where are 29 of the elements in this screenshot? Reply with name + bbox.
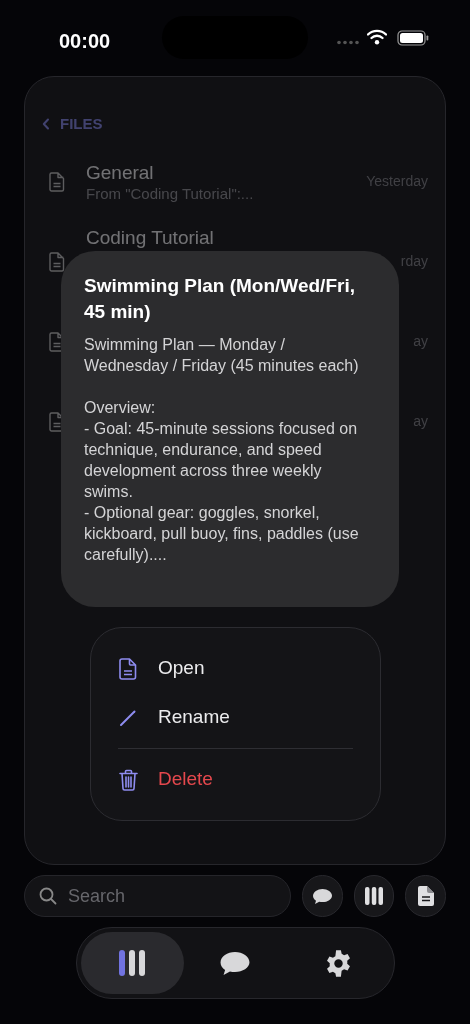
note-body: Swimming Plan — Monday / Wednesday / Friday (45 minutes each) Overview: - Goal: 45-minute sessions focused on technique, endurance, and speed development across three weekly swims. - Optional gear: goggles, snorkel, kickboard, pull buoy, fins, paddles (use carefully)....	[84, 335, 360, 565]
speech-bubble-icon	[311, 887, 333, 905]
document-icon	[49, 171, 65, 192]
search-icon	[39, 887, 57, 905]
chevron-left-icon	[42, 118, 50, 131]
battery-icon	[397, 30, 429, 46]
columns-icon	[364, 886, 384, 906]
document-icon	[119, 657, 137, 680]
file-title: Coding Tutorial	[86, 225, 215, 249]
trash-icon	[118, 768, 138, 791]
signal-icon	[337, 40, 361, 45]
pencil-icon	[119, 708, 137, 727]
document-icon	[49, 251, 65, 272]
library-tab[interactable]	[80, 932, 184, 994]
speech-bubble-icon	[219, 949, 251, 977]
menu-item[interactable]: Open	[118, 650, 205, 687]
library-button[interactable]	[353, 875, 395, 917]
file-subtitle: From "Coding Tutorial":...	[86, 183, 255, 203]
note-title: Swimming Plan (Mon/Wed/Fri, 45 min)	[84, 274, 356, 324]
document-icon	[417, 886, 434, 906]
menu-item[interactable]: Delete	[118, 761, 213, 798]
search-field[interactable]: Search	[24, 875, 291, 917]
file-title: General	[86, 160, 155, 184]
chat-button[interactable]	[302, 875, 343, 917]
columns-icon	[118, 949, 146, 977]
wifi-icon	[367, 29, 387, 45]
clock-time: 00:00	[59, 29, 111, 54]
menu-item[interactable]: Rename	[118, 699, 230, 736]
document-button[interactable]	[405, 875, 446, 917]
